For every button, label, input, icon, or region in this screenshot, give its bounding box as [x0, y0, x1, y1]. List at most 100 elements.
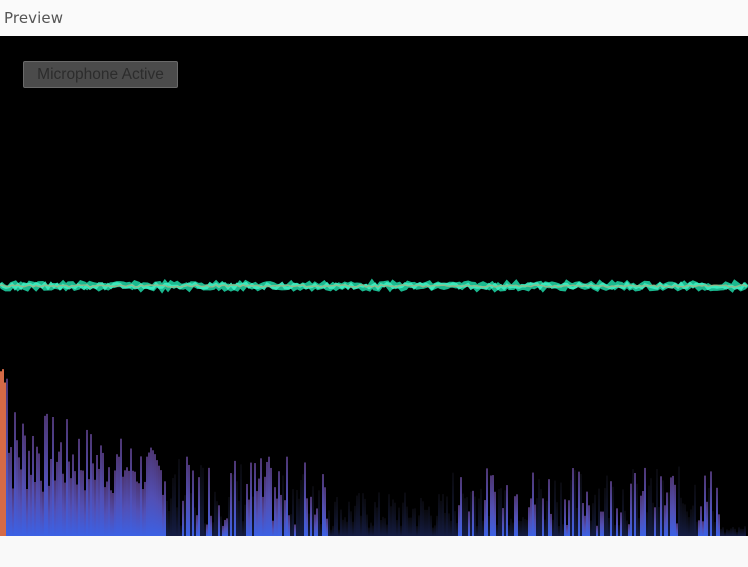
spectrum-bar	[494, 491, 496, 536]
spectrum-bar	[224, 519, 226, 536]
spectrum-bar	[702, 521, 704, 536]
spectrum-bar	[686, 511, 688, 536]
spectrum-bar	[632, 469, 634, 536]
spectrum-bar	[622, 489, 624, 536]
spectrum-bar	[204, 523, 206, 536]
spectrum-bar	[328, 510, 330, 536]
spectrum-bar	[548, 479, 550, 536]
spectrum-bar	[152, 450, 154, 536]
spectrum-bar	[140, 456, 142, 536]
spectrum-bar	[522, 517, 524, 536]
spectrum-bar	[440, 500, 442, 536]
spectrum-bar	[484, 500, 486, 536]
spectrum-bar	[266, 461, 268, 536]
spectrum-bar	[580, 473, 582, 536]
spectrum-bar	[438, 494, 440, 536]
spectrum-bar	[572, 468, 574, 536]
spectrum-bar	[354, 505, 356, 536]
spectrum-bar	[470, 491, 472, 536]
spectrum-bar	[742, 528, 744, 536]
spectrum-bar	[116, 454, 118, 536]
spectrum-bar	[554, 480, 556, 536]
spectrum-bar	[272, 520, 274, 536]
spectrum-bar	[150, 447, 152, 536]
spectrum-bar	[90, 434, 92, 536]
spectrum-bar	[618, 525, 620, 536]
spectrum-bar	[350, 511, 352, 536]
spectrum-bar	[14, 412, 16, 536]
spectrum-bar	[34, 481, 36, 536]
spectrum-bar	[732, 526, 734, 536]
spectrum-bar	[318, 490, 320, 536]
spectrum-bar	[588, 505, 590, 536]
spectrum-bar	[288, 515, 290, 536]
spectrum-bar	[676, 523, 678, 536]
spectrum-bar	[516, 494, 518, 536]
spectrum-bar	[4, 382, 6, 536]
spectrum-bar	[396, 519, 398, 536]
spectrum-bar	[340, 509, 342, 536]
spectrum-bar	[538, 479, 540, 536]
spectrum-bar	[668, 492, 670, 536]
spectrum-bar	[430, 515, 432, 536]
spectrum-bar	[452, 472, 454, 536]
spectrum-bar	[316, 508, 318, 536]
spectrum-bar	[246, 483, 248, 536]
spectrum-bar	[456, 522, 458, 536]
spectrum-bar	[660, 476, 662, 536]
spectrum-bar	[570, 480, 572, 536]
spectrum-bar	[154, 454, 156, 536]
spectrum-bar	[560, 482, 562, 536]
spectrum-bar	[308, 513, 310, 536]
spectrum-bar	[672, 475, 674, 536]
spectrum-bar	[416, 526, 418, 536]
spectrum-bar	[552, 519, 554, 536]
spectrum-bar	[368, 527, 370, 536]
spectrum-bar	[414, 508, 416, 536]
spectrum-bar	[300, 479, 302, 536]
spectrum-bar	[342, 519, 344, 536]
spectrum-bar	[630, 483, 632, 536]
spectrum-bar	[98, 468, 100, 536]
spectrum-bar	[192, 470, 194, 536]
spectrum-bar	[160, 470, 162, 536]
spectrum-bar	[346, 521, 348, 536]
spectrum-bar	[656, 469, 658, 536]
spectrum-bar	[694, 484, 696, 536]
spectrum-bar	[264, 476, 266, 536]
spectrum-bar	[444, 513, 446, 536]
spectrum-bar	[458, 505, 460, 536]
spectrum-bar	[366, 514, 368, 536]
spectrum-bar	[122, 476, 124, 536]
spectrum-bar	[110, 490, 112, 536]
spectrum-bar	[50, 458, 52, 536]
spectrum-bar	[640, 495, 642, 536]
spectrum-bar	[650, 478, 652, 536]
spectrum-bar	[442, 494, 444, 536]
spectrum-bar	[740, 528, 742, 536]
spectrum-bar	[448, 513, 450, 536]
spectrum-bar	[612, 486, 614, 536]
spectrum-bar	[178, 459, 180, 536]
spectrum-bar	[130, 448, 132, 536]
spectrum-bar	[446, 496, 448, 536]
spectrum-bar	[0, 371, 2, 536]
spectrum-bar	[704, 475, 706, 536]
spectrum-bar	[234, 460, 236, 536]
spectrum-bar	[48, 485, 50, 536]
spectrum-bar	[56, 461, 58, 536]
spectrum-bar	[376, 507, 378, 536]
spectrum-bar	[528, 507, 530, 536]
preview-title: Preview	[4, 9, 64, 27]
spectrum-bar	[8, 452, 10, 536]
spectrum-bar	[720, 528, 722, 536]
spectrum-bar	[88, 479, 90, 536]
spectrum-bar	[514, 496, 516, 536]
spectrum-bar	[454, 511, 456, 536]
microphone-status-button[interactable]: Microphone Active	[23, 61, 178, 88]
spectrum-bar	[412, 508, 414, 536]
spectrum-bar	[114, 470, 116, 536]
spectrum-bar	[564, 499, 566, 536]
spectrum-bar	[60, 442, 62, 536]
spectrum-bar	[450, 520, 452, 536]
